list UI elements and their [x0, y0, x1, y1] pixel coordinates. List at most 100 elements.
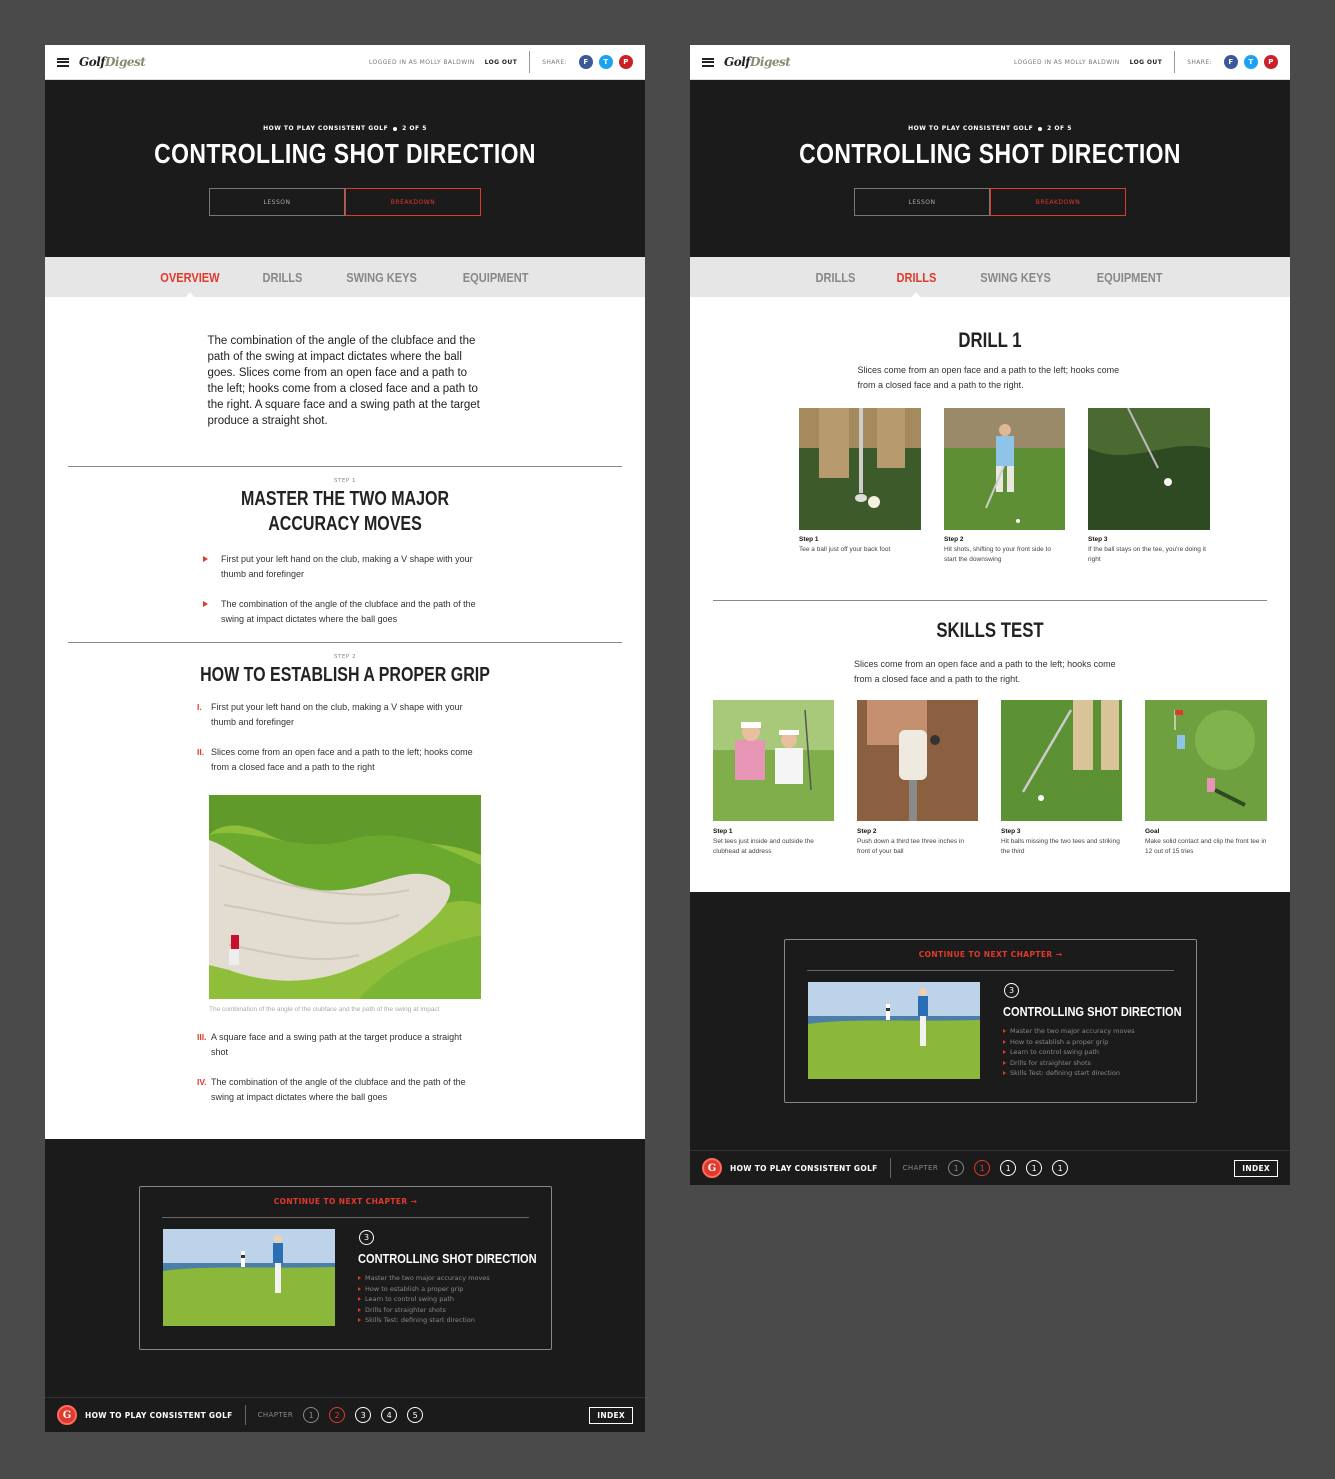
logged-in-user: LOGGED IN AS MOLLY BALDWIN	[369, 58, 475, 66]
next-chapter-photo	[163, 1229, 335, 1326]
chapter-2-button[interactable]: 2	[329, 1407, 346, 1423]
skills-step-3-photo	[1001, 700, 1122, 821]
chapter-5-button[interactable]: 1	[1052, 1160, 1069, 1176]
next-chapter-card[interactable]: CONTINUE TO NEXT CHAPTER → 3 CONTROLLING…	[139, 1186, 552, 1350]
tab-equipment[interactable]: EQUIPMENT	[1097, 270, 1163, 285]
bunker-photo	[209, 795, 481, 999]
step1-bullets: First put your left hand on the club, ma…	[203, 552, 479, 627]
share-label: SHARE:	[1187, 58, 1212, 66]
course-kicker: HOW TO PLAY CONSISTENT GOLF 2 OF 5	[263, 125, 427, 132]
skills-step-3-caption: Step 3 Hit balls missing the two tees and…	[1001, 828, 1120, 855]
skills-test-title: SKILLS TEST	[936, 619, 1044, 642]
chapter-number: 3	[1004, 983, 1019, 998]
top-bar: GolfDigest LOGGED IN AS MOLLY BALDWIN LO…	[45, 45, 645, 80]
pinterest-icon[interactable]: p	[619, 55, 633, 69]
list-item: Learn to control swing path	[358, 1294, 490, 1305]
divider	[1174, 51, 1176, 73]
golf-digest-logo[interactable]: GolfDigest	[79, 55, 146, 69]
pinterest-icon[interactable]: p	[1264, 55, 1278, 69]
skills-step-2-photo	[857, 700, 978, 821]
hero-header: HOW TO PLAY CONSISTENT GOLF 2 OF 5 CONTRO…	[45, 80, 645, 257]
chapter-5-button[interactable]: 5	[407, 1407, 424, 1423]
chapter-label: CHAPTER	[902, 1164, 939, 1172]
hamburger-menu-icon[interactable]	[702, 57, 714, 67]
page-title: CONTROLLING SHOT DIRECTION	[799, 138, 1181, 169]
logout-link[interactable]: LOG OUT	[1130, 59, 1163, 66]
next-chapter-footer: CONTINUE TO NEXT CHAPTER → 3 CONTROLLING…	[690, 892, 1290, 1150]
step2-list: I. First put your left hand on the club, …	[197, 700, 479, 775]
skills-step-1-caption: Step 1 Set tees just inside and outside t…	[713, 828, 814, 855]
list-item: How to establish a proper grip	[358, 1284, 490, 1295]
list-item: IV. The combination of the angle of the c…	[197, 1077, 466, 1102]
list-item: Skills Test: defining start direction	[358, 1315, 490, 1326]
chapter-1-button[interactable]: 1	[948, 1160, 965, 1176]
tab-overview[interactable]: OVERVIEW	[161, 270, 220, 298]
logout-link[interactable]: LOG OUT	[485, 59, 518, 66]
continue-link[interactable]: CONTINUE TO NEXT CHAPTER →	[140, 1197, 551, 1206]
tab-equipment[interactable]: EQUIPMENT	[463, 270, 529, 285]
list-item: Master the two major accuracy moves	[358, 1273, 490, 1284]
list-item: Skills Test: defining start direction	[1003, 1068, 1135, 1079]
next-chapter-card[interactable]: CONTINUE TO NEXT CHAPTER → 3 CONTROLLING…	[784, 939, 1197, 1103]
drill-step-3-caption: Step 3 If the ball stays on the tee, you'…	[1088, 536, 1206, 563]
lesson-toggle-button[interactable]: LESSON	[854, 188, 990, 216]
skills-test-description: Slices come from an open face and a path…	[854, 659, 1116, 684]
divider	[162, 1217, 529, 1218]
divider	[244, 1405, 246, 1425]
skills-goal-photo	[1145, 700, 1267, 821]
list-item: First put your left hand on the club, ma…	[203, 552, 479, 582]
step-title: MASTER THE TWO MAJOR ACCURACY MOVES	[241, 488, 449, 535]
lesson-toggle-button[interactable]: LESSON	[209, 188, 345, 216]
divider	[68, 466, 622, 467]
divider	[68, 642, 622, 643]
golf-digest-logo[interactable]: GolfDigest	[724, 55, 791, 69]
facebook-icon[interactable]: f	[1224, 55, 1238, 69]
chapter-nav-bar: G HOW TO PLAY CONSISTENT GOLF CHAPTER 1 …	[690, 1150, 1290, 1185]
tab-drills-active[interactable]: DRILLS	[896, 270, 936, 298]
breakdown-toggle-button[interactable]: BREAKDOWN	[990, 188, 1126, 216]
page-title: CONTROLLING SHOT DIRECTION	[154, 138, 536, 169]
divider	[889, 1158, 891, 1178]
lesson-breakdown-toggle: LESSON BREAKDOWN	[209, 188, 481, 216]
chapter-4-button[interactable]: 1	[1026, 1160, 1043, 1176]
index-button[interactable]: INDEX	[1234, 1159, 1278, 1177]
skills-step-1-photo	[713, 700, 834, 821]
list-item: Learn to control swing path	[1003, 1047, 1135, 1058]
divider	[807, 970, 1174, 971]
continue-link[interactable]: CONTINUE TO NEXT CHAPTER →	[785, 950, 1196, 959]
tab-swing-keys[interactable]: SWING KEYS	[980, 270, 1051, 285]
chapter-label: CHAPTER	[257, 1411, 294, 1419]
breakdown-toggle-button[interactable]: BREAKDOWN	[345, 188, 481, 216]
list-item: How to establish a proper grip	[1003, 1037, 1135, 1048]
divider	[713, 600, 1267, 601]
overview-panel: GolfDigest LOGGED IN AS MOLLY BALDWIN LO…	[45, 45, 645, 1432]
step2-list-continued: III. A square face and a swing path at th…	[197, 1030, 479, 1120]
drill-title: DRILL 1	[958, 329, 1022, 352]
lesson-breakdown-toggle: LESSON BREAKDOWN	[854, 188, 1126, 216]
next-chapter-topics: Master the two major accuracy moves How …	[1003, 1026, 1135, 1079]
intro-paragraph: The combination of the angle of the club…	[207, 335, 480, 427]
golf-digest-badge-icon[interactable]: G	[57, 1405, 77, 1425]
facebook-icon[interactable]: f	[579, 55, 593, 69]
golf-digest-badge-icon[interactable]: G	[702, 1158, 722, 1178]
course-title[interactable]: HOW TO PLAY CONSISTENT GOLF	[730, 1164, 878, 1173]
course-title[interactable]: HOW TO PLAY CONSISTENT GOLF	[85, 1411, 233, 1420]
section-tabs: OVERVIEW DRILLS SWING KEYS EQUIPMENT	[45, 257, 645, 298]
chapter-4-button[interactable]: 4	[381, 1407, 398, 1423]
chapter-1-button[interactable]: 1	[303, 1407, 320, 1423]
photo-caption: The combination of the angle of the club…	[209, 1006, 440, 1013]
twitter-icon[interactable]: t	[1244, 55, 1258, 69]
twitter-icon[interactable]: t	[599, 55, 613, 69]
step-kicker: STEP 2	[334, 654, 356, 660]
hamburger-menu-icon[interactable]	[57, 57, 69, 67]
chapter-2-button[interactable]: 1	[974, 1160, 991, 1176]
chapter-3-button[interactable]: 3	[355, 1407, 372, 1423]
next-chapter-footer: CONTINUE TO NEXT CHAPTER → 3 CONTROLLING…	[45, 1139, 645, 1397]
tab-swing-keys[interactable]: SWING KEYS	[346, 270, 417, 285]
chapter-3-button[interactable]: 1	[1000, 1160, 1017, 1176]
tab-drills[interactable]: DRILLS	[263, 270, 303, 285]
index-button[interactable]: INDEX	[589, 1406, 633, 1424]
chapter-nav-bar: G HOW TO PLAY CONSISTENT GOLF CHAPTER 1 …	[45, 1397, 645, 1432]
course-kicker: HOW TO PLAY CONSISTENT GOLF 2 OF 5	[908, 125, 1072, 132]
tab-drills[interactable]: DRILLS	[815, 270, 855, 285]
